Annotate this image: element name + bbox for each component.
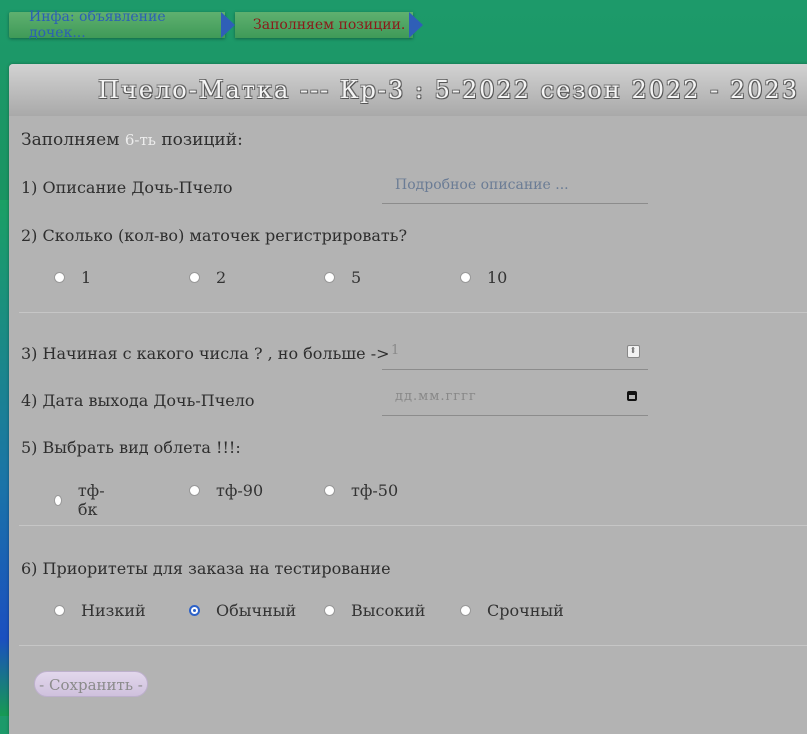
- q4-label: 4) Дата выхода Дочь-Пчело: [21, 391, 255, 410]
- radio-label: тф-50: [351, 481, 399, 500]
- breadcrumb-chevron-icon: [409, 12, 423, 38]
- q1-label: 1) Описание Дочь-Пчело: [21, 178, 233, 197]
- intro-prefix: Заполняем: [21, 130, 120, 150]
- radio-circle[interactable]: [324, 272, 335, 283]
- radio-priority-high[interactable]: Высокий: [324, 601, 426, 620]
- description-input[interactable]: Подробное описание ...: [382, 168, 648, 204]
- start-number-input[interactable]: 1 ⇕: [382, 334, 648, 370]
- calendar-icon[interactable]: [627, 391, 637, 401]
- radio-label: тф-90: [216, 481, 264, 500]
- breadcrumb-label: Инфа: объявление дочек...: [29, 9, 166, 41]
- divider: [19, 312, 807, 313]
- radio-flight-tf-50[interactable]: тф-50: [324, 481, 399, 500]
- radio-label: тф-бк: [77, 481, 105, 519]
- radio-flight-tf-90[interactable]: тф-90: [189, 481, 264, 500]
- divider: [19, 645, 807, 646]
- q5-label: 5) Выбрать вид облета !!!:: [21, 438, 241, 457]
- breadcrumb: Инфа: объявление дочек... Заполняем пози…: [9, 9, 423, 41]
- radio-circle[interactable]: [460, 605, 471, 616]
- radio-flight-tf-bk[interactable]: тф-бк: [54, 481, 108, 519]
- radio-circle[interactable]: [54, 605, 65, 616]
- date-placeholder: дд.мм.гггг: [395, 389, 477, 404]
- date-input[interactable]: дд.мм.гггг: [382, 380, 648, 416]
- radio-circle[interactable]: [324, 605, 335, 616]
- q3-label: 3) Начиная с какого числа ? , но больше …: [21, 344, 390, 363]
- radio-circle[interactable]: [54, 494, 62, 506]
- radio-circle[interactable]: [189, 485, 200, 496]
- q2-label: 2) Сколько (кол-во) маточек регистрирова…: [21, 226, 408, 245]
- breadcrumb-item-info[interactable]: Инфа: объявление дочек...: [9, 9, 225, 41]
- radio-priority-normal[interactable]: Обычный: [189, 601, 297, 620]
- q6-label: 6) Приоритеты для заказа на тестирование: [21, 559, 391, 578]
- radio-label: 5: [351, 268, 362, 287]
- breadcrumb-item-positions[interactable]: Заполняем позиции.: [235, 12, 413, 38]
- save-button[interactable]: - Сохранить -: [34, 671, 148, 697]
- radio-count-2[interactable]: 2: [189, 268, 227, 287]
- description-placeholder: Подробное описание ...: [395, 177, 569, 193]
- radio-circle[interactable]: [324, 485, 335, 496]
- radio-circle[interactable]: [54, 272, 65, 283]
- radio-count-1[interactable]: 1: [54, 268, 92, 287]
- spinner-icon[interactable]: ⇕: [627, 345, 640, 358]
- breadcrumb-chevron-icon: [221, 12, 235, 38]
- divider: [19, 525, 807, 526]
- start-number-value: 1: [391, 343, 401, 358]
- radio-label: Обычный: [216, 601, 297, 620]
- breadcrumb-label: Заполняем позиции.: [253, 17, 406, 33]
- page-title: Пчело-Матка --- Кр-3 : 5-2022 сезон 2022…: [98, 76, 799, 104]
- intro-suffix: позиций:: [161, 130, 243, 150]
- radio-label: Низкий: [81, 601, 146, 620]
- radio-label: Высокий: [351, 601, 426, 620]
- panel-header: Пчело-Матка --- Кр-3 : 5-2022 сезон 2022…: [9, 64, 807, 116]
- radio-label: 10: [487, 268, 508, 287]
- radio-circle[interactable]: [189, 272, 200, 283]
- radio-count-5[interactable]: 5: [324, 268, 362, 287]
- radio-label: 2: [216, 268, 227, 287]
- radio-priority-low[interactable]: Низкий: [54, 601, 146, 620]
- radio-priority-urgent[interactable]: Срочный: [460, 601, 564, 620]
- intro-highlight: 6-ть: [124, 131, 156, 149]
- radio-count-10[interactable]: 10: [460, 268, 508, 287]
- radio-label: Срочный: [487, 601, 564, 620]
- form-intro: Заполняем 6-ть позиций:: [21, 130, 243, 150]
- form-panel: Пчело-Матка --- Кр-3 : 5-2022 сезон 2022…: [9, 64, 807, 734]
- radio-circle-checked[interactable]: [189, 605, 200, 616]
- radio-circle[interactable]: [460, 272, 471, 283]
- radio-label: 1: [81, 268, 92, 287]
